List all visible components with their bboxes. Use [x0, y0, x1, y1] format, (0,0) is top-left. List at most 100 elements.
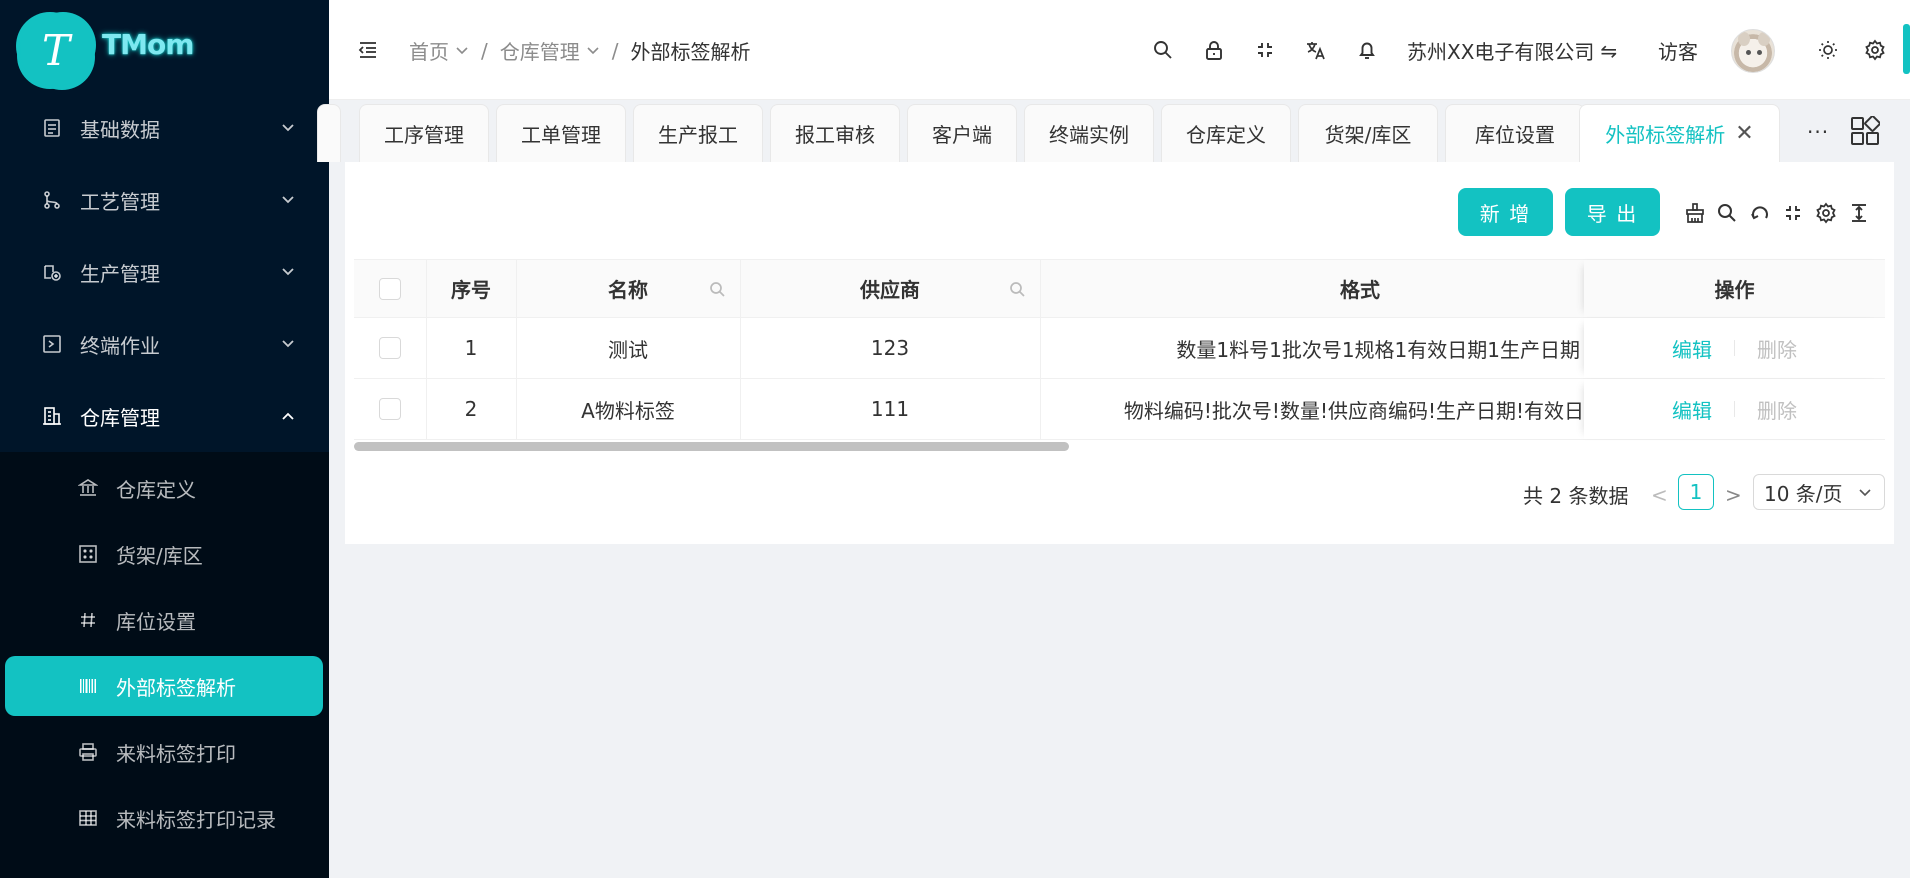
- row-checkbox[interactable]: [379, 337, 401, 359]
- sidebar-subitem-label: 外部标签解析: [116, 676, 236, 700]
- sidebar-subitem-external-label-parsing[interactable]: 外部标签解析: [5, 656, 323, 716]
- chevron-down-icon: [1859, 489, 1871, 497]
- divider: [1734, 401, 1735, 417]
- breadcrumb-item-home[interactable]: 首页: [409, 36, 469, 65]
- sidebar-item-process[interactable]: 工艺管理: [0, 164, 329, 236]
- sidebar-subitem-label: 来料标签打印记录: [116, 808, 276, 832]
- sidebar-item-warehouse[interactable]: 仓库管理: [0, 380, 329, 452]
- breadcrumb: 首页 / 仓库管理 / 外部标签解析: [409, 36, 751, 65]
- terminal-icon: [43, 335, 61, 353]
- chevron-up-icon: [282, 412, 294, 420]
- barcode-icon: [80, 679, 96, 693]
- avatar[interactable]: [1731, 29, 1775, 73]
- fullscreen-icon[interactable]: [1782, 202, 1804, 224]
- document-icon: [44, 119, 60, 137]
- header-supplier[interactable]: 供应商: [740, 260, 1040, 317]
- page-size-select[interactable]: 10 条/页: [1753, 474, 1885, 510]
- menu-fold-icon[interactable]: [357, 39, 379, 61]
- tab-production-report[interactable]: 生产报工: [633, 104, 763, 162]
- pagination-next-button[interactable]: >: [1725, 483, 1742, 507]
- sidebar-item-basic-data[interactable]: 基础数据: [0, 92, 329, 164]
- chevron-down-icon: [282, 196, 294, 204]
- tab-shelf-area[interactable]: 货架/库区: [1298, 104, 1438, 162]
- bank-icon: [78, 479, 98, 496]
- more-tabs-icon[interactable]: ···: [1807, 120, 1829, 144]
- sidebar-subitem-label: 货架/库区: [116, 544, 203, 568]
- row-height-icon[interactable]: [1848, 202, 1870, 224]
- search-icon[interactable]: [1009, 281, 1026, 298]
- delete-link[interactable]: 删除: [1757, 334, 1797, 363]
- chevron-down-icon: [456, 46, 468, 54]
- swap-icon: ⇋: [1600, 38, 1618, 63]
- edit-link[interactable]: 编辑: [1672, 334, 1712, 363]
- table-icon: [79, 810, 97, 826]
- header-name[interactable]: 名称: [516, 260, 740, 317]
- table-row: 2 A物料标签 111 物料编码!批次号!数量!供应商编码!生产日期!有效日 编…: [354, 379, 1885, 440]
- company-name: 苏州XX电子有限公司: [1407, 40, 1595, 64]
- lock-icon[interactable]: [1203, 39, 1225, 61]
- pagination-page-button[interactable]: 1: [1678, 474, 1714, 510]
- cell-name: 测试: [608, 337, 648, 362]
- user-name[interactable]: 访客: [1658, 36, 1698, 65]
- tab-work-order[interactable]: 工单管理: [496, 104, 626, 162]
- column-settings-icon[interactable]: [1815, 202, 1837, 224]
- edit-link[interactable]: 编辑: [1672, 395, 1712, 424]
- chevron-down-icon: [282, 124, 294, 132]
- sidebar-item-label: 仓库管理: [80, 405, 160, 430]
- settings-icon[interactable]: [1864, 39, 1886, 61]
- sidebar-subitem-label: 仓库定义: [116, 478, 196, 502]
- add-button[interactable]: 新 增: [1458, 188, 1553, 236]
- breadcrumb-item-warehouse[interactable]: 仓库管理: [500, 36, 600, 65]
- table-header: 序号 名称 供应商 格式 操作: [354, 259, 1885, 318]
- tab-label: 外部标签解析: [1605, 123, 1726, 147]
- select-all-checkbox[interactable]: [379, 277, 401, 300]
- cell-supplier: 111: [870, 397, 910, 421]
- horizontal-scrollbar[interactable]: [354, 442, 1069, 451]
- translate-icon[interactable]: [1305, 39, 1327, 61]
- sidebar-item-terminal[interactable]: 终端作业: [0, 308, 329, 380]
- breadcrumb-label: 首页: [409, 40, 449, 64]
- bell-icon[interactable]: [1356, 39, 1378, 61]
- tab-location-settings[interactable]: 库位设置: [1445, 104, 1585, 162]
- search-icon[interactable]: [1152, 39, 1174, 61]
- company-switcher[interactable]: 苏州XX电子有限公司 ⇋: [1407, 36, 1617, 65]
- fullscreen-icon[interactable]: [1254, 39, 1276, 61]
- tab-warehouse-definition[interactable]: 仓库定义: [1161, 104, 1291, 162]
- sun-icon[interactable]: [1817, 39, 1839, 61]
- cell-index: 2: [464, 397, 478, 421]
- clear-icon[interactable]: [1684, 202, 1706, 224]
- tab-terminal-instance[interactable]: 终端实例: [1024, 104, 1154, 162]
- sidebar-subitem-warehouse-definition[interactable]: 仓库定义: [0, 458, 329, 518]
- page-size-label: 10 条/页: [1764, 481, 1843, 506]
- export-button[interactable]: 导 出: [1565, 188, 1660, 236]
- tab-hidden[interactable]: [317, 104, 341, 162]
- sidebar-item-label: 终端作业: [80, 333, 160, 358]
- close-icon[interactable]: ✕: [1735, 121, 1753, 146]
- hash-icon: [81, 612, 95, 628]
- search-icon[interactable]: [1716, 202, 1738, 224]
- row-checkbox[interactable]: [379, 398, 401, 420]
- delete-link[interactable]: 删除: [1757, 395, 1797, 424]
- tab-external-label-parsing[interactable]: 外部标签解析 ✕: [1579, 104, 1780, 162]
- sidebar-item-production[interactable]: 生产管理: [0, 236, 329, 308]
- tab-process-management[interactable]: 工序管理: [359, 104, 489, 162]
- sidebar-subitem-incoming-label-print[interactable]: 来料标签打印: [0, 722, 329, 782]
- sidebar-subitem-label: 来料标签打印: [116, 742, 236, 766]
- refresh-icon[interactable]: [1749, 202, 1771, 224]
- branch-icon: [44, 191, 60, 209]
- grid-menu-icon[interactable]: [1850, 116, 1880, 146]
- pagination-total: 共 2 条数据: [1523, 484, 1629, 508]
- sidebar-item-label: 生产管理: [80, 261, 160, 286]
- sidebar-subitem-incoming-label-print-records[interactable]: 来料标签打印记录: [0, 788, 329, 848]
- pagination-prev-button[interactable]: <: [1651, 483, 1668, 507]
- search-icon[interactable]: [709, 281, 726, 298]
- tab-report-review[interactable]: 报工审核: [770, 104, 900, 162]
- sidebar-subitem-location-settings[interactable]: 库位设置: [0, 590, 329, 650]
- cell-operation: 编辑 删除: [1584, 318, 1885, 378]
- breadcrumb-label: 仓库管理: [499, 40, 580, 64]
- sidebar-subitem-shelf-area[interactable]: 货架/库区: [0, 524, 329, 584]
- breadcrumb-item-current: 外部标签解析: [630, 40, 751, 64]
- tab-client[interactable]: 客户端: [907, 104, 1017, 162]
- tabs-bar: 工序管理 工单管理 生产报工 报工审核 客户端 终端实例 仓库定义 货架/库区 …: [317, 100, 1910, 162]
- scrollbar[interactable]: [1903, 24, 1910, 74]
